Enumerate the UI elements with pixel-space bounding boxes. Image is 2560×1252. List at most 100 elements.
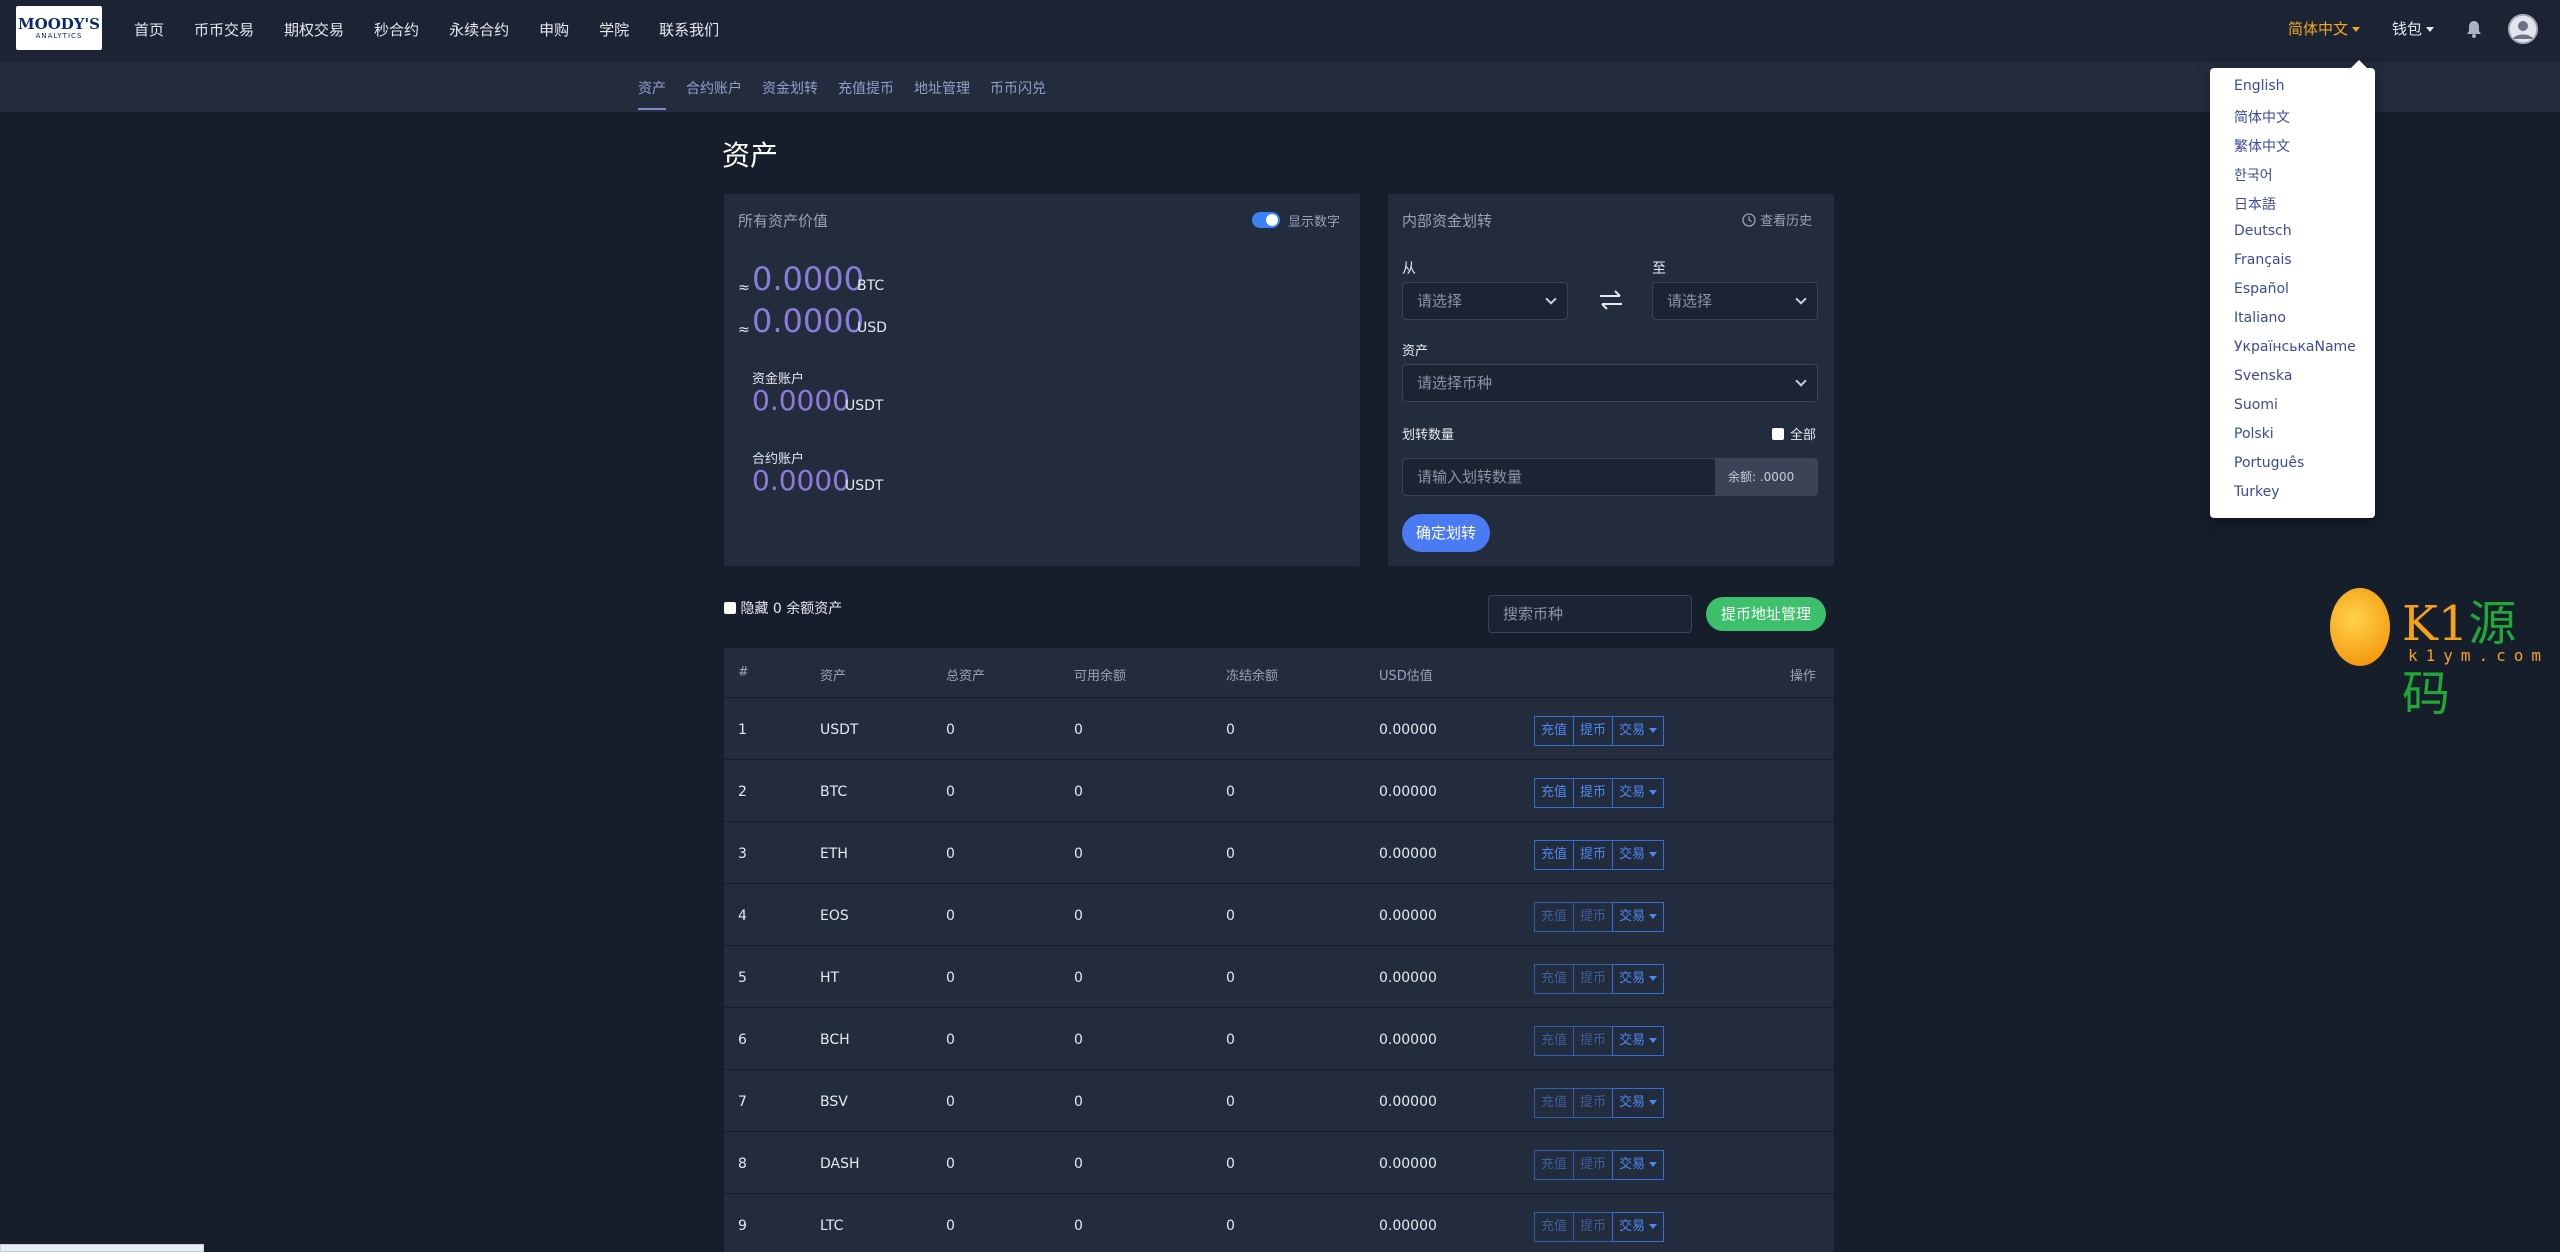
- cell-asset: EOS: [820, 908, 849, 924]
- language-option[interactable]: УкраїнськаName: [2234, 339, 2356, 355]
- nav-item-contact[interactable]: 联系我们: [659, 19, 719, 40]
- trade-button[interactable]: 交易: [1612, 1026, 1665, 1056]
- from-account-select[interactable]: 请选择: [1402, 282, 1568, 320]
- language-option[interactable]: Deutsch: [2234, 223, 2292, 239]
- deposit-button[interactable]: 充值: [1534, 964, 1575, 994]
- hide-zero-balance[interactable]: 隐藏 0 余额资产: [724, 598, 842, 618]
- watermark-ball-icon: [2330, 588, 2390, 666]
- language-option[interactable]: Suomi: [2234, 397, 2278, 413]
- language-option[interactable]: 日本語: [2234, 194, 2276, 214]
- language-option[interactable]: 한국어: [2234, 165, 2273, 185]
- amount-input[interactable]: 请输入划转数量: [1402, 458, 1716, 496]
- deposit-button[interactable]: 充值: [1534, 778, 1575, 808]
- trade-button[interactable]: 交易: [1612, 716, 1665, 746]
- tab-deposit-withdraw[interactable]: 充值提币: [838, 78, 894, 98]
- nav-item-spot[interactable]: 币币交易: [194, 19, 254, 40]
- language-option[interactable]: Italiano: [2234, 310, 2286, 326]
- nav-item-options[interactable]: 期权交易: [284, 19, 344, 40]
- deposit-button-label: 充值: [1541, 785, 1568, 800]
- all-checkbox[interactable]: [1772, 428, 1784, 440]
- language-option[interactable]: 繁体中文: [2234, 136, 2290, 156]
- language-option[interactable]: Português: [2234, 455, 2304, 471]
- language-option[interactable]: English: [2234, 78, 2285, 94]
- asset-select[interactable]: 请选择币种: [1402, 364, 1818, 402]
- withdraw-button[interactable]: 提币: [1573, 716, 1614, 746]
- language-option[interactable]: Turkey: [2234, 484, 2280, 500]
- withdraw-button-label: 提币: [1580, 909, 1607, 924]
- nav-item-second-contract[interactable]: 秒合约: [374, 19, 419, 40]
- cell-index: 4: [738, 908, 747, 924]
- trade-button[interactable]: 交易: [1612, 1088, 1665, 1118]
- btc-unit: BTC: [857, 278, 885, 294]
- tab-flash-exchange[interactable]: 币币闪兑: [990, 78, 1046, 98]
- deposit-button[interactable]: 充值: [1534, 716, 1575, 746]
- tab-fund-transfer[interactable]: 资金划转: [762, 78, 818, 98]
- trade-button[interactable]: 交易: [1612, 778, 1665, 808]
- nav-item-perpetual[interactable]: 永续合约: [449, 19, 509, 40]
- cell-available: 0: [1074, 1094, 1083, 1110]
- swap-icon[interactable]: [1598, 290, 1624, 310]
- confirm-transfer-button[interactable]: 确定划转: [1402, 514, 1490, 552]
- cell-total: 0: [946, 784, 955, 800]
- language-option[interactable]: 简体中文: [2234, 107, 2290, 127]
- table-row: 4 EOS 0 0 0 0.00000 充值 提币 交易: [724, 884, 1834, 946]
- deposit-button[interactable]: 充值: [1534, 902, 1575, 932]
- chevron-down-icon: [1649, 1038, 1658, 1043]
- withdraw-button[interactable]: 提币: [1573, 1150, 1614, 1180]
- deposit-button[interactable]: 充值: [1534, 1150, 1575, 1180]
- nav-item-academy[interactable]: 学院: [599, 19, 629, 40]
- language-option[interactable]: Español: [2234, 281, 2289, 297]
- trade-button-label: 交易: [1619, 847, 1646, 862]
- cell-frozen: 0: [1226, 1218, 1235, 1234]
- search-coin-input[interactable]: 搜索币种: [1488, 595, 1692, 633]
- view-history-link[interactable]: 查看历史: [1742, 210, 1812, 229]
- to-account-select[interactable]: 请选择: [1652, 282, 1818, 320]
- trade-button-label: 交易: [1619, 1033, 1646, 1048]
- row-actions: 充值 提币 交易: [1534, 964, 1665, 994]
- withdraw-button[interactable]: 提币: [1573, 778, 1614, 808]
- top-nav-bar: MOODY'S ANALYTICS 首页 币币交易 期权交易 秒合约 永续合约 …: [0, 0, 2560, 62]
- sub-nav: 资产 合约账户 资金划转 充值提币 地址管理 币币闪兑: [0, 62, 2560, 112]
- deposit-button[interactable]: 充值: [1534, 1088, 1575, 1118]
- nav-item-subscribe[interactable]: 申购: [539, 19, 569, 40]
- chevron-down-icon: [2426, 27, 2435, 32]
- table-row: 9 LTC 0 0 0 0.00000 充值 提币 交易: [724, 1194, 1834, 1252]
- withdraw-button[interactable]: 提币: [1573, 840, 1614, 870]
- language-selector[interactable]: 简体中文: [2288, 18, 2361, 39]
- withdraw-button[interactable]: 提币: [1573, 1212, 1614, 1242]
- brand-logo[interactable]: MOODY'S ANALYTICS: [16, 6, 102, 50]
- nav-item-home[interactable]: 首页: [134, 19, 164, 40]
- cell-frozen: 0: [1226, 970, 1235, 986]
- withdraw-button[interactable]: 提币: [1573, 902, 1614, 932]
- trade-button[interactable]: 交易: [1612, 1212, 1665, 1242]
- deposit-button[interactable]: 充值: [1534, 840, 1575, 870]
- tab-assets[interactable]: 资产: [638, 78, 666, 98]
- hide-zero-checkbox[interactable]: [724, 602, 736, 614]
- internal-transfer-card: 内部资金划转 查看历史 从 至 请选择 请选择 资产 请选择币种 划转数量 全部…: [1388, 194, 1834, 566]
- wallet-menu[interactable]: 钱包: [2392, 18, 2435, 39]
- language-option[interactable]: Svenska: [2234, 368, 2292, 384]
- show-numbers-toggle[interactable]: [1252, 212, 1280, 228]
- withdraw-address-management-button[interactable]: 提币地址管理: [1706, 597, 1826, 631]
- trade-button[interactable]: 交易: [1612, 902, 1665, 932]
- deposit-button[interactable]: 充值: [1534, 1212, 1575, 1242]
- deposit-button[interactable]: 充值: [1534, 1026, 1575, 1056]
- trade-button[interactable]: 交易: [1612, 964, 1665, 994]
- avatar[interactable]: [2508, 14, 2538, 44]
- tab-contract-account[interactable]: 合约账户: [686, 78, 742, 98]
- language-option[interactable]: Français: [2234, 252, 2292, 268]
- language-option[interactable]: Polski: [2234, 426, 2274, 442]
- withdraw-button[interactable]: 提币: [1573, 1026, 1614, 1056]
- cell-frozen: 0: [1226, 908, 1235, 924]
- cell-total: 0: [946, 1094, 955, 1110]
- table-row: 6 BCH 0 0 0 0.00000 充值 提币 交易: [724, 1008, 1834, 1070]
- wallet-menu-label: 钱包: [2392, 20, 2423, 38]
- tab-address-management[interactable]: 地址管理: [914, 78, 970, 98]
- withdraw-button[interactable]: 提币: [1573, 1088, 1614, 1118]
- trade-button[interactable]: 交易: [1612, 1150, 1665, 1180]
- trade-button[interactable]: 交易: [1612, 840, 1665, 870]
- cell-total: 0: [946, 970, 955, 986]
- deposit-button-label: 充值: [1541, 1219, 1568, 1234]
- withdraw-button[interactable]: 提币: [1573, 964, 1614, 994]
- bell-icon[interactable]: [2466, 20, 2482, 38]
